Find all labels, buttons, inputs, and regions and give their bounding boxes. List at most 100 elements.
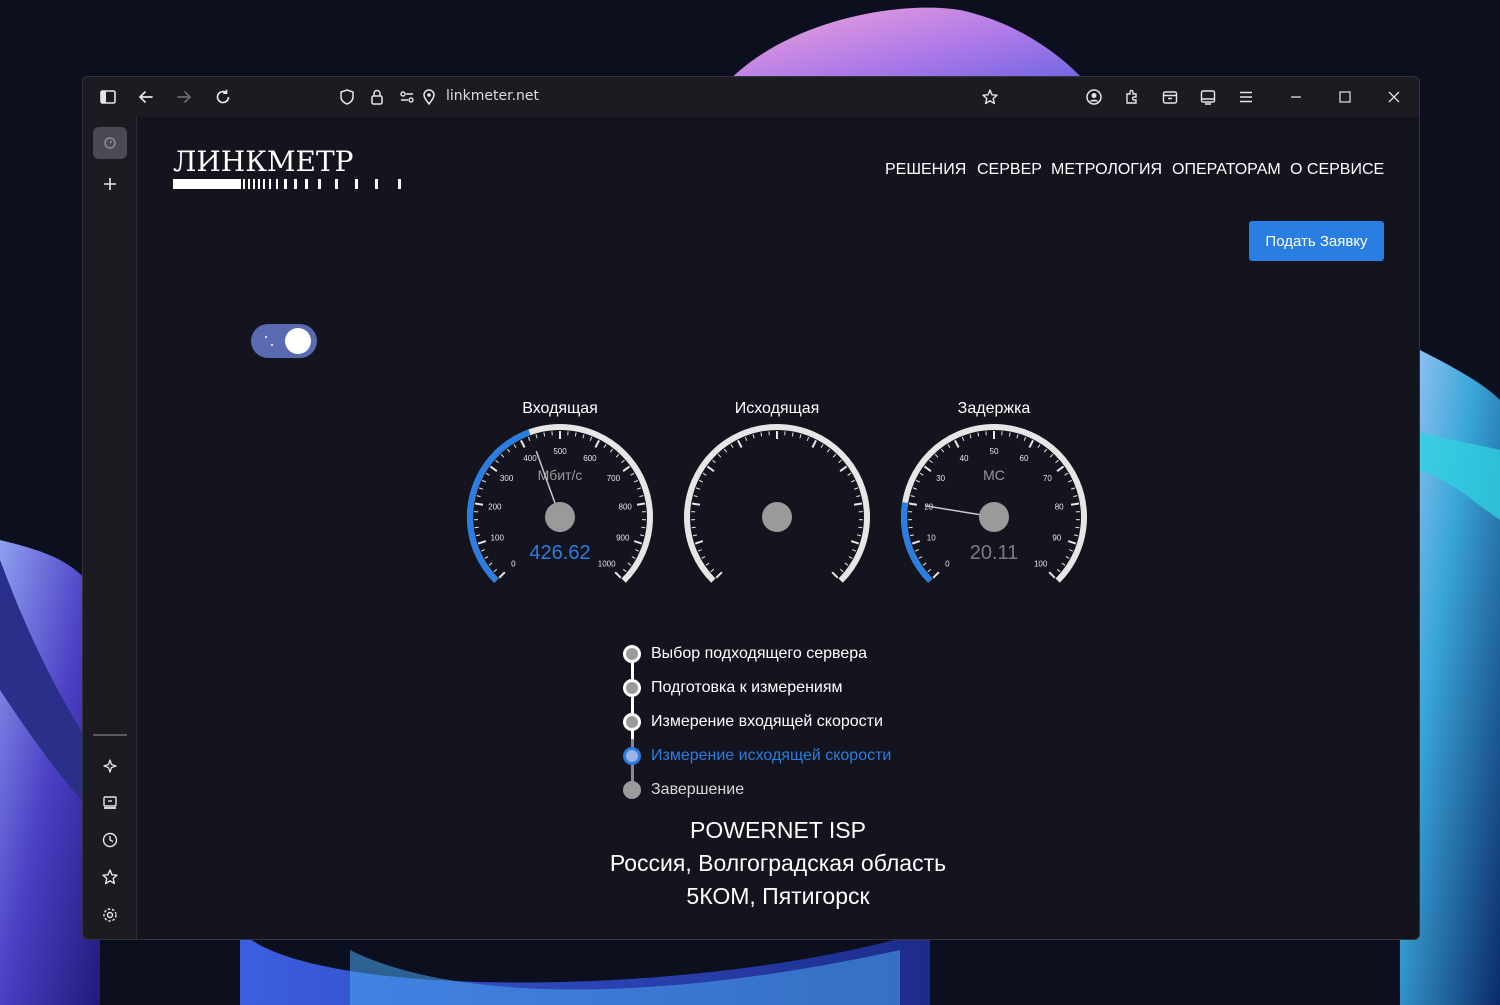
nav-operators[interactable]: ОПЕРАТОРАМ bbox=[1172, 161, 1281, 179]
download-tick bbox=[621, 459, 625, 464]
download-tick-label: 1000 bbox=[598, 560, 616, 569]
download-tick bbox=[615, 453, 620, 458]
upload-tick bbox=[853, 487, 859, 490]
upload-tick bbox=[705, 562, 710, 566]
upload-tick bbox=[852, 549, 857, 552]
latency-tick-label: 70 bbox=[1043, 474, 1052, 483]
upload-tick bbox=[848, 556, 853, 559]
nav-about[interactable]: О СЕРВИСЕ bbox=[1290, 161, 1384, 179]
theme-toggle[interactable] bbox=[251, 324, 317, 358]
download-tick bbox=[527, 436, 531, 441]
upload-tick bbox=[856, 534, 862, 537]
step-label: Подготовка к измерениям bbox=[651, 679, 843, 696]
latency-tick bbox=[1065, 556, 1070, 559]
download-tick bbox=[535, 434, 538, 439]
latency-tick bbox=[1073, 534, 1079, 537]
download-gauge: 01002003004005006007008009001000Мбит/с42… bbox=[467, 424, 653, 583]
download-tick-label: 0 bbox=[511, 560, 516, 569]
upload-tick bbox=[806, 436, 810, 441]
latency-value: 20.11 bbox=[970, 542, 1019, 564]
extensions-icon[interactable] bbox=[1120, 85, 1144, 109]
settings-gear-icon[interactable] bbox=[97, 902, 123, 928]
close-icon[interactable] bbox=[1382, 85, 1406, 109]
step-dot-done bbox=[623, 713, 641, 731]
forward-icon[interactable] bbox=[172, 85, 196, 109]
upload-tick bbox=[791, 432, 794, 437]
latency-tick bbox=[1008, 432, 1011, 437]
latency-tick bbox=[932, 571, 940, 579]
nav-server[interactable]: СЕРВЕР bbox=[977, 161, 1042, 179]
latency-tick bbox=[1043, 448, 1048, 453]
reload-icon[interactable] bbox=[211, 85, 235, 109]
download-tick-label: 100 bbox=[491, 533, 505, 542]
nav-solutions[interactable]: РЕШЕНИЯ bbox=[885, 161, 966, 179]
latency-tick-label: 40 bbox=[960, 454, 969, 463]
download-tick bbox=[636, 487, 642, 490]
menu-icon[interactable] bbox=[1234, 85, 1258, 109]
upload-tick bbox=[701, 556, 706, 559]
reader-view-icon[interactable] bbox=[1196, 85, 1220, 109]
pinned-tab-icon[interactable] bbox=[93, 127, 127, 159]
upload-gauge bbox=[684, 424, 870, 583]
new-tab-icon[interactable] bbox=[97, 171, 123, 197]
latency-tick bbox=[1075, 526, 1080, 529]
location-icon[interactable] bbox=[417, 85, 441, 109]
download-tick bbox=[481, 479, 487, 483]
tracking-protection-icon[interactable] bbox=[335, 85, 359, 109]
upload-tick bbox=[698, 479, 704, 483]
bookmark-star-icon[interactable] bbox=[978, 85, 1002, 109]
back-icon[interactable] bbox=[134, 85, 158, 109]
lock-icon[interactable] bbox=[365, 85, 389, 109]
upload-tick bbox=[693, 495, 698, 498]
url-text[interactable]: linkmeter.net bbox=[446, 88, 539, 104]
download-tick bbox=[480, 549, 485, 552]
synced-tabs-icon[interactable] bbox=[97, 790, 123, 816]
maximize-icon[interactable] bbox=[1333, 85, 1357, 109]
step-label-active: Измерение исходящей скорости bbox=[651, 747, 892, 764]
account-icon[interactable] bbox=[1082, 85, 1106, 109]
history-icon[interactable] bbox=[97, 827, 123, 853]
download-tick bbox=[582, 434, 585, 439]
download-tick bbox=[474, 502, 484, 506]
permissions-icon[interactable] bbox=[395, 85, 419, 109]
latency-tick-label: 10 bbox=[927, 533, 936, 542]
download-tick bbox=[498, 571, 506, 579]
upload-tick bbox=[847, 472, 852, 476]
latency-tick bbox=[910, 495, 915, 498]
latency-tick bbox=[1064, 472, 1069, 476]
upload-tick bbox=[820, 444, 824, 449]
minimize-icon[interactable] bbox=[1284, 85, 1308, 109]
latency-tick-label: 60 bbox=[1020, 454, 1029, 463]
latency-tick bbox=[940, 448, 945, 453]
download-tick bbox=[495, 459, 499, 464]
star-dot bbox=[265, 336, 267, 338]
step-dot-pending bbox=[623, 781, 641, 799]
latency-tick bbox=[1055, 459, 1059, 464]
browser-window: linkmeter.net ЛИНКМЕТР РЕШЕНИЯ СЕРВЕР МЕ… bbox=[82, 76, 1420, 940]
download-tick bbox=[630, 472, 635, 476]
latency-tick-label: 0 bbox=[945, 560, 950, 569]
latency-tick bbox=[914, 549, 919, 552]
containers-icon[interactable] bbox=[1158, 85, 1182, 109]
download-tick bbox=[485, 472, 490, 476]
download-tick bbox=[484, 556, 489, 559]
progress-steps: Выбор подходящего сервера Подготовка к и… bbox=[623, 642, 943, 812]
step-label: Завершение bbox=[651, 781, 745, 798]
isp-name: POWERNET ISP bbox=[690, 817, 866, 843]
upload-tick bbox=[744, 436, 748, 441]
download-tick bbox=[543, 432, 546, 437]
latency-tick bbox=[1070, 502, 1080, 506]
apply-button[interactable]: Подать Заявку bbox=[1249, 221, 1384, 261]
site-logo[interactable]: ЛИНКМЕТР bbox=[173, 145, 354, 178]
latency-tick bbox=[1049, 453, 1054, 458]
bookmarks-icon[interactable] bbox=[97, 864, 123, 890]
sidebar-divider bbox=[93, 734, 127, 736]
ai-chatbot-icon[interactable] bbox=[97, 753, 123, 779]
nav-metrology[interactable]: МЕТРОЛОГИЯ bbox=[1051, 161, 1162, 179]
download-tick bbox=[631, 556, 636, 559]
latency-tick bbox=[911, 540, 921, 545]
sidebar-toggle-icon[interactable] bbox=[96, 85, 120, 109]
download-tick bbox=[639, 495, 644, 498]
download-tick bbox=[609, 448, 614, 453]
upload-tick bbox=[844, 562, 849, 566]
